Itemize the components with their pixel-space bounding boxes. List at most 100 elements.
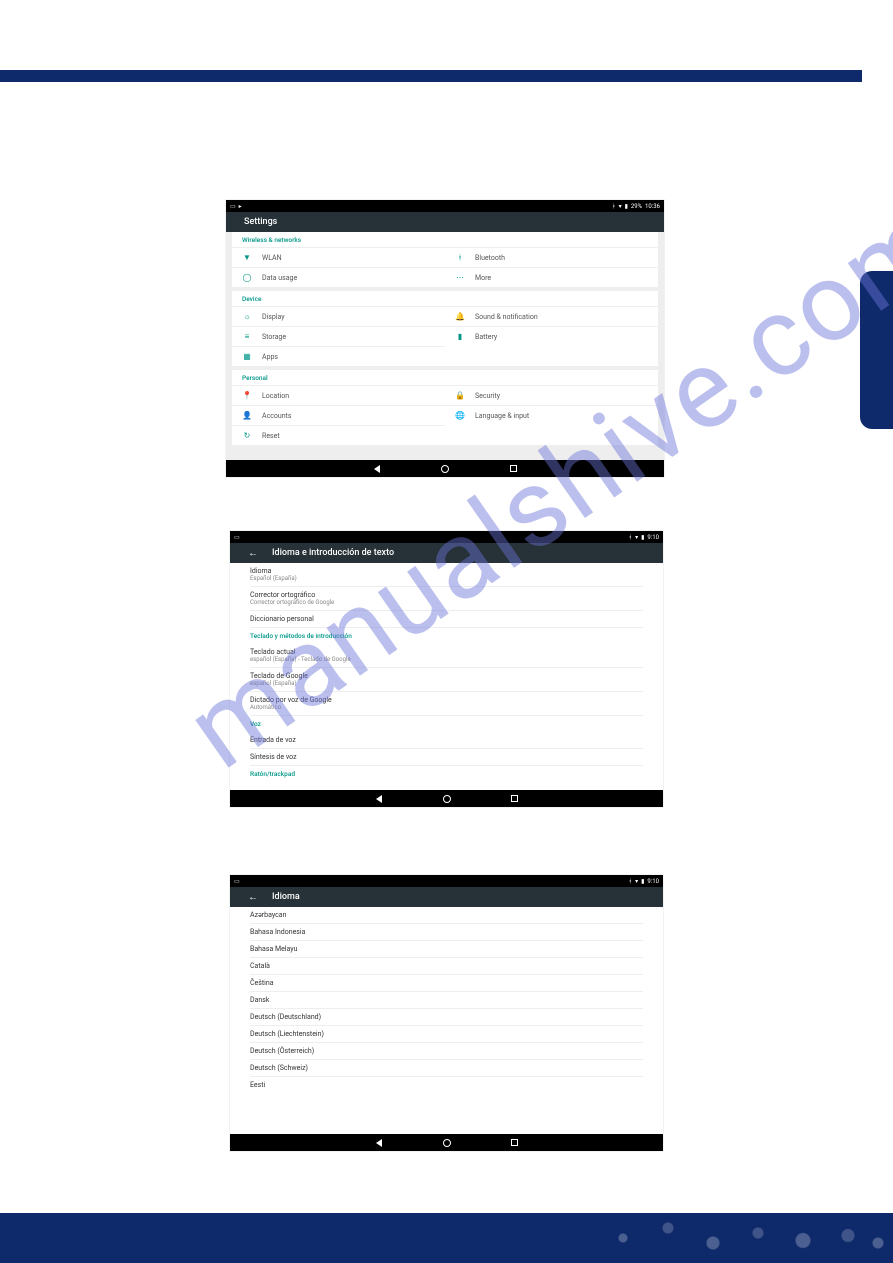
nav-home-button[interactable] [442,794,452,804]
lang-item[interactable]: Eesti [250,1077,643,1093]
home-icon [443,1139,451,1147]
screenshot-idioma-list: ▭ ᚼ ▾ ▮ 9:10 ← Idioma Azərbaycan Bahasa … [230,875,663,1151]
screenshot-settings: ▭ ▸ ᚼ ▾ ▮ 29% 10:36 Settings Wireless & … [226,200,664,477]
display-icon: ☼ [242,312,252,321]
lang-item[interactable]: Čeština [250,975,643,992]
settings-item-apps[interactable]: ▦Apps [232,346,445,366]
side-accent-tab [860,271,893,429]
settings-item-reset[interactable]: ↻Reset [232,425,445,445]
security-icon: 🔒 [455,391,465,400]
recent-apps-icon: ▭ [234,534,240,541]
lang-item[interactable]: Deutsch (Schweiz) [250,1060,643,1077]
wifi-status-icon: ▾ [635,878,638,885]
wifi-icon: ▼ [242,253,252,262]
nav-recent-button[interactable] [510,1138,520,1148]
section-label: Device [232,291,658,306]
back-arrow-icon[interactable]: ← [248,892,258,903]
pref-idioma[interactable]: IdiomaEspañol (España) [250,563,643,587]
bluetooth-status-icon: ᚼ [612,203,616,210]
language-input-content: IdiomaEspañol (España) Corrector ortográ… [230,563,663,790]
nav-home-button[interactable] [442,1138,452,1148]
idioma-content: Azərbaycan Bahasa Indonesia Bahasa Melay… [230,907,663,1134]
status-bar: ▭ ᚼ ▾ ▮ 9:10 [230,875,663,887]
settings-item-sound[interactable]: 🔔Sound & notification [445,306,658,326]
bluetooth-status-icon: ᚼ [628,534,632,541]
recent-apps-icon: ▭ [234,878,240,885]
settings-item-more[interactable]: ⋯More [445,267,658,287]
lang-item[interactable]: Deutsch (Liechtenstein) [250,1026,643,1043]
lang-item[interactable]: Deutsch (Deutschland) [250,1009,643,1026]
settings-item-location[interactable]: 📍Location [232,385,445,405]
pref-diccionario[interactable]: Diccionario personal [250,611,643,628]
pref-dictado-voz[interactable]: Dictado por voz de GoogleAutomático [250,692,643,716]
pref-entrada-voz[interactable]: Entrada de voz [250,732,643,749]
reset-icon: ↻ [242,431,252,440]
nav-recent-button[interactable] [508,464,518,474]
data-usage-icon: ◯ [242,273,252,282]
lang-item[interactable]: Dansk [250,992,643,1009]
settings-content: Wireless & networks ▼WLAN ᚼBluetooth ◯Da… [226,232,664,460]
lang-item[interactable]: Bahasa Melayu [250,941,643,958]
nav-back-button[interactable] [372,464,382,474]
lang-item[interactable]: Català [250,958,643,975]
pref-sintesis-voz[interactable]: Síntesis de voz [250,749,643,766]
nav-recent-button[interactable] [510,794,520,804]
settings-card-personal: Personal 📍Location 🔒Security 👤Accounts 🌐… [232,370,658,445]
lang-item[interactable]: Azərbaycan [250,907,643,924]
settings-item-security[interactable]: 🔒Security [445,385,658,405]
back-arrow-icon[interactable]: ← [248,548,258,559]
language-list: Azərbaycan Bahasa Indonesia Bahasa Melay… [230,907,663,1134]
status-time: 9:10 [647,534,659,541]
settings-item-wlan[interactable]: ▼WLAN [232,247,445,267]
pref-corrector[interactable]: Corrector ortográficoCorrector ortográfi… [250,587,643,611]
battery-status-icon: ▮ [641,534,644,541]
sound-icon: 🔔 [455,312,465,321]
preference-list: IdiomaEspañol (España) Corrector ortográ… [230,563,663,790]
back-icon [376,795,382,803]
settings-card-wireless: Wireless & networks ▼WLAN ᚼBluetooth ◯Da… [232,232,658,287]
settings-item-accounts[interactable]: 👤Accounts [232,405,445,425]
apps-icon: ▦ [242,352,252,361]
settings-item-display[interactable]: ☼Display [232,306,445,326]
nav-icon: ▸ [239,203,242,210]
battery-icon: ▮ [455,332,465,341]
settings-item-battery[interactable]: ▮Battery [445,326,658,346]
lang-item[interactable]: Deutsch (Österreich) [250,1043,643,1060]
nav-bar [230,790,663,807]
section-label: Personal [232,370,658,385]
bottom-accent-band [0,1213,893,1263]
nav-bar [230,1134,663,1151]
settings-item-data-usage[interactable]: ◯Data usage [232,267,445,287]
recent-icon [511,795,518,802]
language-icon: 🌐 [455,411,465,420]
status-time: 10:36 [645,203,660,210]
storage-icon: ≡ [242,332,252,341]
back-icon [374,465,380,473]
app-bar: Settings [226,212,664,232]
settings-card-device: Device ☼Display 🔔Sound & notification ≡S… [232,291,658,366]
nav-home-button[interactable] [440,464,450,474]
settings-item-bluetooth[interactable]: ᚼBluetooth [445,247,658,267]
lang-item[interactable]: Bahasa Indonesia [250,924,643,941]
recent-icon [510,465,517,472]
nav-back-button[interactable] [374,1138,384,1148]
bluetooth-icon: ᚼ [455,253,465,262]
recent-apps-icon: ▭ [230,203,236,210]
nav-back-button[interactable] [374,794,384,804]
status-bar: ▭ ᚼ ▾ ▮ 9:10 [230,531,663,543]
status-time: 9:10 [647,878,659,885]
pref-teclado-actual[interactable]: Teclado actualespañol (España) - Teclado… [250,644,643,668]
settings-item-storage[interactable]: ≡Storage [232,326,445,346]
section-teclado: Teclado y métodos de introducción [250,628,643,644]
screenshot-language-input: ▭ ᚼ ▾ ▮ 9:10 ← Idioma e introducción de … [230,531,663,807]
battery-percent: 29% [631,203,642,210]
more-icon: ⋯ [455,273,465,282]
battery-status-icon: ▮ [625,203,628,210]
status-bar: ▭ ▸ ᚼ ▾ ▮ 29% 10:36 [226,200,664,212]
accounts-icon: 👤 [242,411,252,420]
pref-teclado-google[interactable]: Teclado de Googleespañol (España) [250,668,643,692]
wifi-status-icon: ▾ [619,203,622,210]
section-raton: Ratón/trackpad [250,766,643,782]
nav-bar [226,460,664,477]
settings-item-language-input[interactable]: 🌐Language & input [445,405,658,425]
